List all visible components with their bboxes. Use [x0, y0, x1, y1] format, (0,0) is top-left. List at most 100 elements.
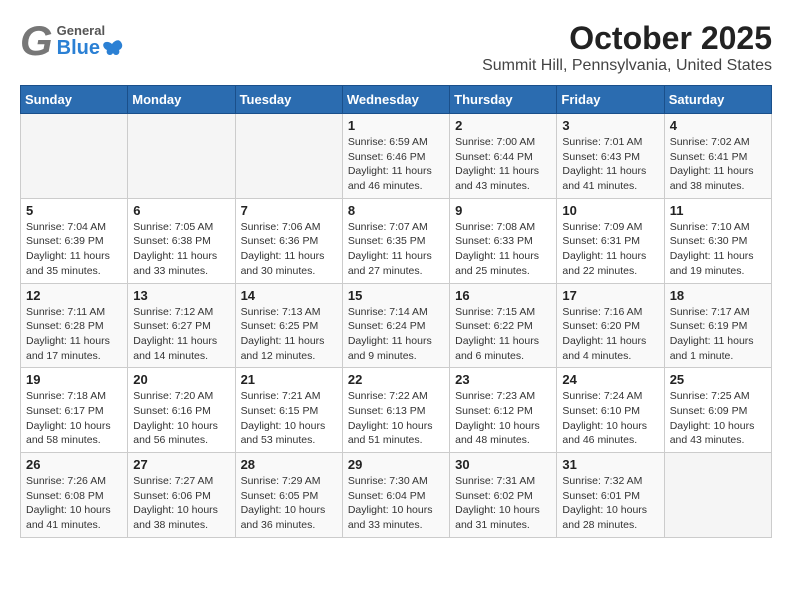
day-number: 7 — [241, 203, 337, 218]
calendar-cell-w3-d5: 17 Sunrise: 7:16 AMSunset: 6:20 PMDayligh… — [557, 283, 664, 368]
day-info: Sunrise: 7:27 AMSunset: 6:06 PMDaylight:… — [133, 474, 229, 533]
calendar-cell-w5-d0: 26 Sunrise: 7:26 AMSunset: 6:08 PMDayligh… — [21, 453, 128, 538]
day-number: 24 — [562, 372, 658, 387]
calendar-cell-w2-d1: 6Sunrise: 7:05 AMSunset: 6:38 PMDaylight… — [128, 198, 235, 283]
day-info: Sunrise: 7:30 AMSunset: 6:04 PMDaylight:… — [348, 474, 444, 533]
day-info: Sunrise: 7:25 AMSunset: 6:09 PMDaylight:… — [670, 389, 766, 448]
day-number: 9 — [455, 203, 551, 218]
header-tuesday: Tuesday — [235, 86, 342, 114]
header-saturday: Saturday — [664, 86, 771, 114]
calendar-cell-w4-d6: 25 Sunrise: 7:25 AMSunset: 6:09 PMDayligh… — [664, 368, 771, 453]
logo-g-letter: G — [20, 20, 53, 62]
calendar-cell-w4-d0: 19 Sunrise: 7:18 AMSunset: 6:17 PMDayligh… — [21, 368, 128, 453]
day-number: 29 — [348, 457, 444, 472]
day-number: 3 — [562, 118, 658, 133]
days-of-week-row: Sunday Monday Tuesday Wednesday Thursday… — [21, 86, 772, 114]
day-number: 26 — [26, 457, 122, 472]
day-number: 27 — [133, 457, 229, 472]
calendar-cell-w3-d3: 15Sunrise: 7:14 AMSunset: 6:24 PMDayligh… — [342, 283, 449, 368]
day-number: 4 — [670, 118, 766, 133]
day-number: 22 — [348, 372, 444, 387]
day-number: 31 — [562, 457, 658, 472]
day-info: Sunrise: 7:12 AMSunset: 6:27 PMDaylight:… — [133, 305, 229, 364]
calendar-cell-w4-d5: 24 Sunrise: 7:24 AMSunset: 6:10 PMDayligh… — [557, 368, 664, 453]
calendar-cell-w2-d0: 5 Sunrise: 7:04 AMSunset: 6:39 PMDaylight… — [21, 198, 128, 283]
calendar-body: 1 Sunrise: 6:59 AMSunset: 6:46 PMDaylight… — [21, 114, 772, 538]
day-number: 2 — [455, 118, 551, 133]
calendar-cell-w4-d2: 21 Sunrise: 7:21 AMSunset: 6:15 PMDayligh… — [235, 368, 342, 453]
day-info: Sunrise: 7:17 AMSunset: 6:19 PMDaylight:… — [670, 305, 766, 364]
calendar-cell-w3-d6: 18 Sunrise: 7:17 AMSunset: 6:19 PMDayligh… — [664, 283, 771, 368]
day-info: Sunrise: 7:18 AMSunset: 6:17 PMDaylight:… — [26, 389, 122, 448]
calendar-cell-w2-d5: 10 Sunrise: 7:09 AMSunset: 6:31 PMDayligh… — [557, 198, 664, 283]
calendar-cell-w1-d6: 4Sunrise: 7:02 AMSunset: 6:41 PMDaylight… — [664, 114, 771, 199]
day-info: Sunrise: 7:29 AMSunset: 6:05 PMDaylight:… — [241, 474, 337, 533]
page-header: G General Blue October 2025 Summit Hill,… — [20, 20, 772, 75]
week-row-4: 19 Sunrise: 7:18 AMSunset: 6:17 PMDayligh… — [21, 368, 772, 453]
day-number: 18 — [670, 288, 766, 303]
day-number: 13 — [133, 288, 229, 303]
day-info: Sunrise: 7:16 AMSunset: 6:20 PMDaylight:… — [562, 305, 658, 364]
calendar-cell-w5-d3: 29 Sunrise: 7:30 AMSunset: 6:04 PMDayligh… — [342, 453, 449, 538]
week-row-5: 26 Sunrise: 7:26 AMSunset: 6:08 PMDayligh… — [21, 453, 772, 538]
week-row-1: 1 Sunrise: 6:59 AMSunset: 6:46 PMDaylight… — [21, 114, 772, 199]
day-number: 20 — [133, 372, 229, 387]
day-info: Sunrise: 7:26 AMSunset: 6:08 PMDaylight:… — [26, 474, 122, 533]
day-number: 10 — [562, 203, 658, 218]
day-info: Sunrise: 7:04 AMSunset: 6:39 PMDaylight:… — [26, 220, 122, 279]
day-info: Sunrise: 7:31 AMSunset: 6:02 PMDaylight:… — [455, 474, 551, 533]
day-info: Sunrise: 7:15 AMSunset: 6:22 PMDaylight:… — [455, 305, 551, 364]
calendar-cell-w3-d4: 16Sunrise: 7:15 AMSunset: 6:22 PMDayligh… — [450, 283, 557, 368]
day-number: 21 — [241, 372, 337, 387]
calendar-cell-w3-d0: 12Sunrise: 7:11 AMSunset: 6:28 PMDayligh… — [21, 283, 128, 368]
day-number: 23 — [455, 372, 551, 387]
day-number: 17 — [562, 288, 658, 303]
title-area: October 2025 Summit Hill, Pennsylvania, … — [482, 20, 772, 75]
day-info: Sunrise: 7:06 AMSunset: 6:36 PMDaylight:… — [241, 220, 337, 279]
day-number: 30 — [455, 457, 551, 472]
calendar-cell-w2-d4: 9 Sunrise: 7:08 AMSunset: 6:33 PMDaylight… — [450, 198, 557, 283]
day-info: Sunrise: 7:13 AMSunset: 6:25 PMDaylight:… — [241, 305, 337, 364]
day-info: Sunrise: 7:07 AMSunset: 6:35 PMDaylight:… — [348, 220, 444, 279]
week-row-2: 5 Sunrise: 7:04 AMSunset: 6:39 PMDaylight… — [21, 198, 772, 283]
calendar-cell-w1-d5: 3 Sunrise: 7:01 AMSunset: 6:43 PMDaylight… — [557, 114, 664, 199]
day-number: 11 — [670, 203, 766, 218]
day-number: 28 — [241, 457, 337, 472]
calendar-cell-w5-d1: 27 Sunrise: 7:27 AMSunset: 6:06 PMDayligh… — [128, 453, 235, 538]
day-info: Sunrise: 7:08 AMSunset: 6:33 PMDaylight:… — [455, 220, 551, 279]
calendar-cell-w1-d3: 1 Sunrise: 6:59 AMSunset: 6:46 PMDaylight… — [342, 114, 449, 199]
day-number: 1 — [348, 118, 444, 133]
calendar-cell-w3-d2: 14Sunrise: 7:13 AMSunset: 6:25 PMDayligh… — [235, 283, 342, 368]
logo-bird-icon — [102, 39, 124, 57]
page-subtitle: Summit Hill, Pennsylvania, United States — [482, 57, 772, 75]
day-info: Sunrise: 7:00 AMSunset: 6:44 PMDaylight:… — [455, 135, 551, 194]
day-info: Sunrise: 7:01 AMSunset: 6:43 PMDaylight:… — [562, 135, 658, 194]
calendar-cell-w2-d3: 8 Sunrise: 7:07 AMSunset: 6:35 PMDaylight… — [342, 198, 449, 283]
calendar-cell-w5-d2: 28 Sunrise: 7:29 AMSunset: 6:05 PMDayligh… — [235, 453, 342, 538]
day-number: 5 — [26, 203, 122, 218]
day-number: 19 — [26, 372, 122, 387]
day-info: Sunrise: 7:21 AMSunset: 6:15 PMDaylight:… — [241, 389, 337, 448]
day-info: Sunrise: 7:05 AMSunset: 6:38 PMDaylight:… — [133, 220, 229, 279]
day-info: Sunrise: 6:59 AMSunset: 6:46 PMDaylight:… — [348, 135, 444, 194]
day-number: 25 — [670, 372, 766, 387]
calendar-cell-w1-d0 — [21, 114, 128, 199]
header-wednesday: Wednesday — [342, 86, 449, 114]
calendar-cell-w4-d3: 22Sunrise: 7:22 AMSunset: 6:13 PMDayligh… — [342, 368, 449, 453]
header-sunday: Sunday — [21, 86, 128, 114]
page-title: October 2025 — [482, 20, 772, 57]
header-monday: Monday — [128, 86, 235, 114]
calendar-cell-w4-d4: 23Sunrise: 7:23 AMSunset: 6:12 PMDayligh… — [450, 368, 557, 453]
logo: G General Blue — [20, 20, 124, 62]
calendar-table: Sunday Monday Tuesday Wednesday Thursday… — [20, 85, 772, 538]
day-info: Sunrise: 7:24 AMSunset: 6:10 PMDaylight:… — [562, 389, 658, 448]
day-info: Sunrise: 7:10 AMSunset: 6:30 PMDaylight:… — [670, 220, 766, 279]
calendar-cell-w5-d5: 31Sunrise: 7:32 AMSunset: 6:01 PMDayligh… — [557, 453, 664, 538]
week-row-3: 12Sunrise: 7:11 AMSunset: 6:28 PMDayligh… — [21, 283, 772, 368]
calendar-cell-w1-d2 — [235, 114, 342, 199]
day-info: Sunrise: 7:09 AMSunset: 6:31 PMDaylight:… — [562, 220, 658, 279]
calendar-cell-w1-d4: 2 Sunrise: 7:00 AMSunset: 6:44 PMDaylight… — [450, 114, 557, 199]
calendar-cell-w5-d6 — [664, 453, 771, 538]
day-number: 8 — [348, 203, 444, 218]
logo-general-text: General — [57, 24, 105, 38]
